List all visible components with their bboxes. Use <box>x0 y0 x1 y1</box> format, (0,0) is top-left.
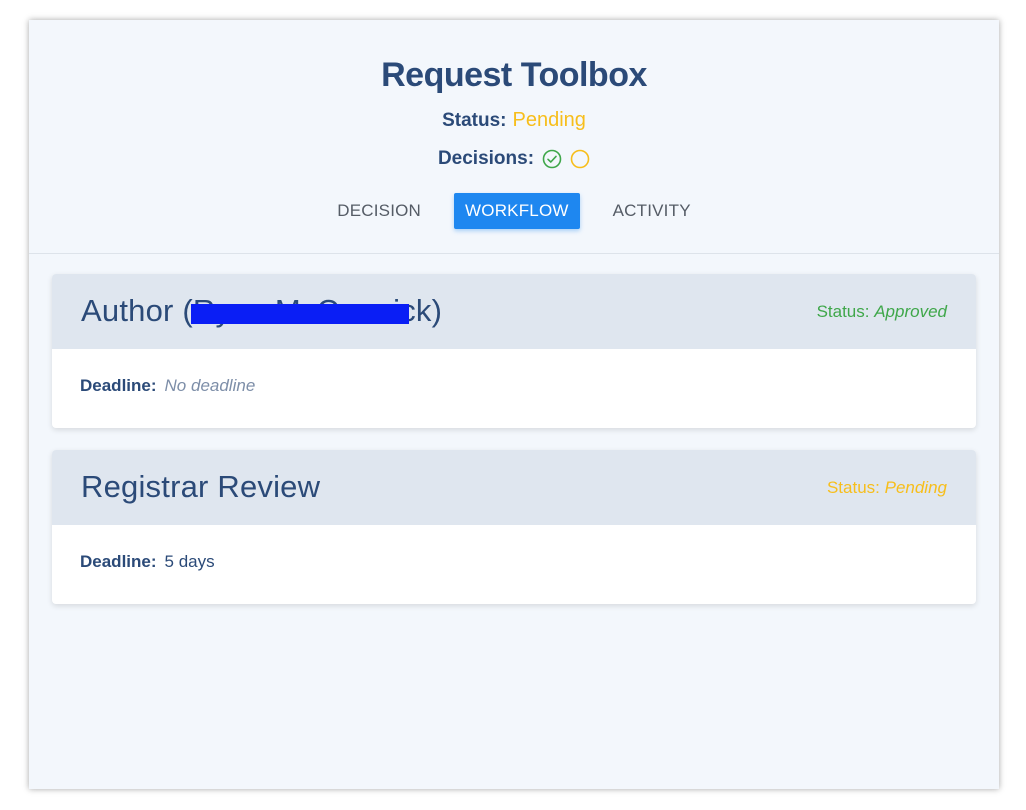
request-status: Status: Pending <box>29 109 999 132</box>
tab-activity[interactable]: ACTIVITY <box>602 193 702 229</box>
deadline-row: Deadline: No deadline <box>80 376 255 396</box>
workflow-step-header: Author (Ryan McCormick) Status: Approved <box>52 274 976 349</box>
workflow-step-body: Deadline: 5 days <box>52 525 976 604</box>
tab-workflow[interactable]: WORKFLOW <box>454 193 580 229</box>
status-value: Pending <box>512 109 586 131</box>
deadline-value: No deadline <box>164 376 256 395</box>
redaction-bar <box>191 304 409 324</box>
decisions-label: Decisions: <box>437 148 535 169</box>
workflow-step-body: Deadline: No deadline <box>52 349 976 428</box>
step-status-label: Status: <box>816 302 870 321</box>
deadline-label: Deadline: <box>80 552 157 571</box>
step-status-value: Approved <box>874 302 947 321</box>
status-label: Status: <box>442 110 507 131</box>
tab-decision[interactable]: DECISION <box>326 193 432 229</box>
workflow-step-card: Author (Ryan McCormick) Status: Approved… <box>52 274 976 428</box>
workflow-step-card: Registrar Review Status: Pending Deadlin… <box>52 450 976 604</box>
step-status-value: Pending <box>884 478 947 497</box>
workflow-step-status: Status: Pending <box>827 478 947 498</box>
workflow-step-header: Registrar Review Status: Pending <box>52 450 976 525</box>
tab-bar: DECISION WORKFLOW ACTIVITY <box>29 193 999 229</box>
step-status-label: Status: <box>826 478 880 497</box>
request-toolbox-window: Request Toolbox Status: Pending Decisions… <box>29 20 999 789</box>
toolbox-header: Request Toolbox Status: Pending Decisions… <box>29 20 999 254</box>
workflow-step-title: Registrar Review <box>81 469 321 504</box>
decisions-row: Decisions: <box>29 148 999 170</box>
page-title: Request Toolbox <box>381 56 647 94</box>
empty-circle-icon <box>570 149 590 169</box>
workflow-step-status: Status: Approved <box>817 302 947 322</box>
deadline-row: Deadline: 5 days <box>80 552 215 572</box>
deadline-label: Deadline: <box>80 376 157 395</box>
deadline-value: 5 days <box>164 552 215 571</box>
check-circle-icon <box>542 149 562 169</box>
